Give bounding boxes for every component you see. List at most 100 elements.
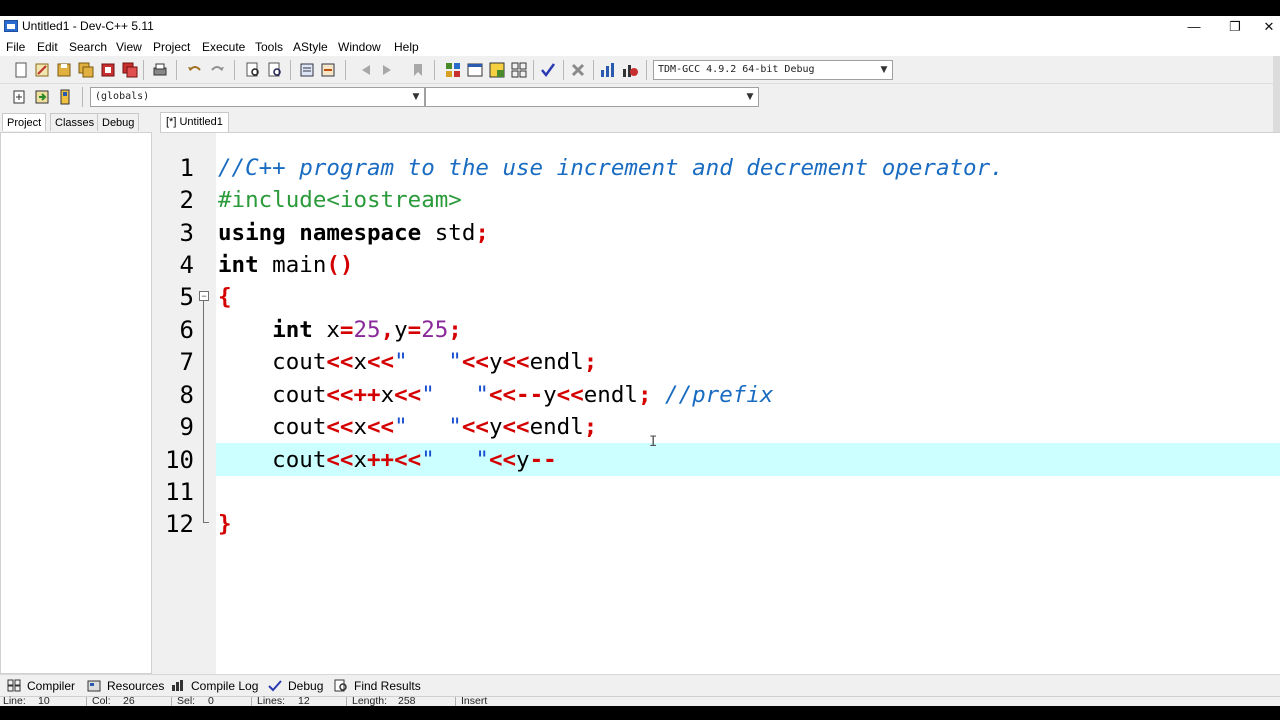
new-file-icon[interactable] bbox=[12, 61, 30, 79]
replace-icon[interactable] bbox=[266, 61, 284, 79]
tab-debug-output-label: Debug bbox=[288, 679, 324, 693]
goto-declaration-icon[interactable] bbox=[33, 88, 51, 106]
tab-resources[interactable]: Resources bbox=[87, 678, 164, 696]
code-line[interactable]: 7 cout<<x<<" "<<y<<endl; bbox=[160, 346, 1280, 378]
toolbar-separator bbox=[563, 60, 564, 80]
text-cursor-icon: I bbox=[649, 434, 658, 450]
status-lines-label: Lines: bbox=[257, 695, 286, 706]
code-line[interactable]: 11 bbox=[160, 476, 1280, 508]
toolbar-separator bbox=[345, 60, 346, 80]
code-token: << bbox=[461, 414, 489, 440]
menu-tools[interactable]: Tools bbox=[255, 40, 283, 54]
bookmark-icon[interactable] bbox=[409, 61, 427, 79]
open-project-icon[interactable] bbox=[33, 61, 51, 79]
save-all-icon[interactable] bbox=[77, 61, 95, 79]
tab-classes[interactable]: Classes bbox=[50, 113, 100, 131]
minimize-button[interactable]: — bbox=[1171, 16, 1217, 38]
code-line[interactable]: 2 #include<iostream> bbox=[160, 184, 1280, 216]
goto-forward-icon[interactable] bbox=[379, 61, 397, 79]
goto-back-icon[interactable] bbox=[356, 61, 374, 79]
code-token: int bbox=[272, 317, 313, 343]
code-token: << bbox=[394, 382, 422, 408]
code-text: cout<<x<<" "<<y<<endl; bbox=[218, 411, 597, 443]
tab-debug-output[interactable]: Debug bbox=[268, 678, 323, 696]
code-line[interactable]: 10 cout<<x++<<" "<<y-- bbox=[160, 444, 1280, 476]
restore-button[interactable]: ❐ bbox=[1212, 16, 1258, 38]
menu-window[interactable]: Window bbox=[338, 40, 381, 54]
toolbar-separator bbox=[593, 60, 594, 80]
tab-project[interactable]: Project bbox=[2, 113, 47, 131]
tab-debug[interactable]: Debug bbox=[97, 113, 140, 131]
delete-profile-icon[interactable] bbox=[621, 61, 639, 79]
menu-view[interactable]: View bbox=[116, 40, 142, 54]
compiler-select[interactable]: TDM-GCC 4.9.2 64-bit Debug ▼ bbox=[653, 60, 893, 80]
code-token: cout bbox=[218, 382, 327, 408]
class-toolbar: (globals) ▼ ▼ bbox=[0, 84, 1280, 110]
compile-icon[interactable] bbox=[444, 61, 462, 79]
syntax-check-icon[interactable] bbox=[539, 61, 557, 79]
goto-definition-icon[interactable] bbox=[56, 88, 74, 106]
code-token: ; bbox=[637, 382, 652, 408]
panel-splitter[interactable] bbox=[152, 112, 160, 674]
code-token: -- bbox=[529, 447, 557, 473]
undo-icon[interactable] bbox=[186, 61, 204, 79]
close-all-icon[interactable] bbox=[121, 61, 139, 79]
menu-execute[interactable]: Execute bbox=[202, 40, 245, 54]
find-results-icon bbox=[334, 679, 347, 692]
toolbar-separator bbox=[533, 60, 534, 80]
code-token: << bbox=[367, 349, 395, 375]
member-select[interactable]: ▼ bbox=[425, 87, 759, 107]
code-line[interactable]: 12} bbox=[160, 508, 1280, 540]
code-token: cout bbox=[218, 349, 327, 375]
code-text: #include<iostream> bbox=[218, 184, 462, 216]
code-line[interactable]: 9 cout<<x<<" "<<y<<endl; bbox=[160, 411, 1280, 443]
run-icon[interactable] bbox=[466, 61, 484, 79]
code-line[interactable]: 3 using namespace std; bbox=[160, 217, 1280, 249]
project-panel[interactable] bbox=[0, 132, 152, 674]
status-insert-mode: Insert bbox=[461, 695, 488, 706]
menu-astyle[interactable]: AStyle bbox=[293, 40, 328, 54]
compile-run-icon[interactable] bbox=[488, 61, 506, 79]
redo-icon[interactable] bbox=[208, 61, 226, 79]
unindent-icon[interactable] bbox=[319, 61, 337, 79]
profile-analysis-icon[interactable] bbox=[599, 61, 617, 79]
save-icon[interactable] bbox=[55, 61, 73, 79]
tab-find-results[interactable]: Find Results bbox=[334, 678, 421, 696]
code-token: " " bbox=[394, 349, 462, 375]
status-separator bbox=[251, 697, 252, 706]
rebuild-all-icon[interactable] bbox=[510, 61, 528, 79]
compiler-icon bbox=[7, 679, 21, 692]
window-title: Untitled1 - Dev-C++ 5.11 bbox=[22, 19, 154, 33]
code-editor[interactable]: − 1//C++ program to the use increment an… bbox=[160, 132, 1280, 674]
find-icon[interactable] bbox=[244, 61, 262, 79]
stop-execution-icon[interactable] bbox=[569, 61, 587, 79]
code-line[interactable]: 8 cout<<++x<<" "<<--y<<endl; //prefix bbox=[160, 379, 1280, 411]
menu-help[interactable]: Help bbox=[394, 40, 419, 54]
insert-icon[interactable] bbox=[11, 88, 29, 106]
menu-project[interactable]: Project bbox=[153, 40, 190, 54]
resources-icon bbox=[87, 680, 101, 692]
print-icon[interactable] bbox=[151, 61, 169, 79]
code-line[interactable]: 5{ bbox=[160, 281, 1280, 313]
line-number: 1 bbox=[179, 154, 194, 182]
tab-compiler[interactable]: Compiler bbox=[7, 678, 75, 696]
code-token: << bbox=[326, 414, 354, 440]
code-token: << bbox=[367, 414, 395, 440]
code-line[interactable]: 6 int x=25,y=25; bbox=[160, 314, 1280, 346]
menu-edit[interactable]: Edit bbox=[37, 40, 58, 54]
menu-search[interactable]: Search bbox=[69, 40, 107, 54]
code-token: int bbox=[218, 252, 259, 278]
editor-tab-untitled1[interactable]: [*] Untitled1 bbox=[160, 112, 229, 132]
close-file-icon[interactable] bbox=[99, 61, 117, 79]
status-separator bbox=[86, 697, 87, 706]
line-number: 9 bbox=[179, 413, 194, 441]
code-token: cout bbox=[218, 414, 327, 440]
code-line[interactable]: 1 //C++ program to the use increment and … bbox=[160, 152, 1280, 184]
code-line[interactable]: 4 int main() bbox=[160, 249, 1280, 281]
status-sel-label: Sel: bbox=[177, 695, 196, 706]
indent-icon[interactable] bbox=[298, 61, 316, 79]
scope-select[interactable]: (globals) ▼ bbox=[90, 87, 425, 107]
menu-file[interactable]: File bbox=[6, 40, 25, 54]
close-button[interactable]: ✕ bbox=[1258, 16, 1280, 38]
tab-compile-log[interactable]: Compile Log bbox=[171, 678, 258, 696]
